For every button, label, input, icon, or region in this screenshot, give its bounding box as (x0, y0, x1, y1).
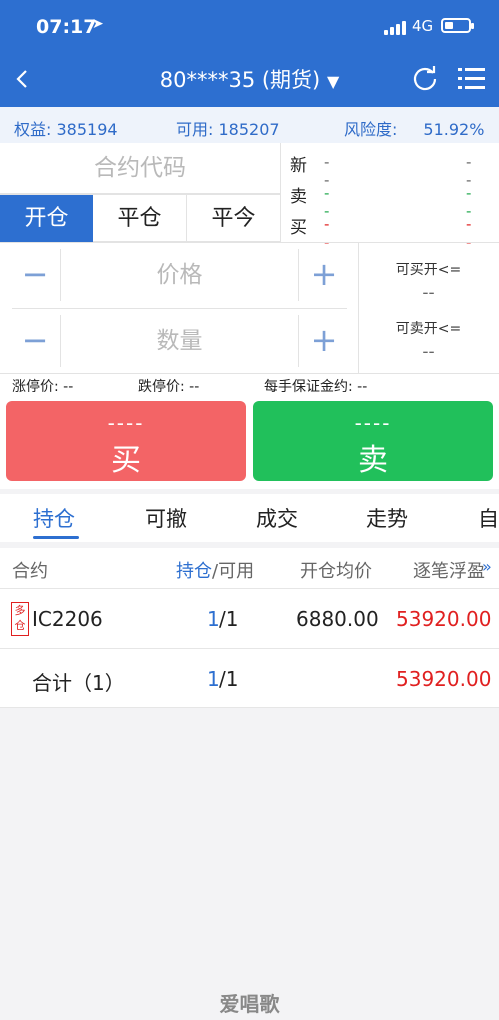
position-tabs: 持仓 可撤 成交 走势 自 (0, 494, 499, 542)
quote-bid: 买 -- -- (290, 215, 473, 251)
sell-open-max: 可卖开<= -- (395, 321, 462, 362)
available: 可用: 185207 (176, 120, 280, 139)
total-position: 1 (207, 667, 220, 691)
location-arrow-icon: ➤ (92, 16, 104, 32)
account-info-row: 权益: 385194 可用: 185207 风险度: 51.92% (0, 107, 499, 143)
col-contract: 合约 (12, 561, 48, 582)
table-row[interactable]: 多仓 IC2206 1 /1 6880.00 53920.00 (0, 588, 499, 648)
refresh-icon[interactable] (410, 64, 440, 94)
tab-self[interactable]: 自 (478, 503, 499, 533)
limit-up-price: 涨停价: -- (12, 379, 74, 395)
total-label: 合计（1） (32, 671, 125, 695)
tab-close-today[interactable]: 平今 (187, 195, 280, 242)
equity: 权益: 385194 (14, 120, 118, 139)
buy-label: 买 (111, 443, 141, 478)
quantity-input[interactable]: 数量 (60, 315, 299, 367)
signal-icon (384, 21, 406, 35)
tab-close[interactable]: 平仓 (93, 195, 187, 242)
buy-button[interactable]: ---- 买 (6, 401, 246, 481)
total-available: /1 (219, 667, 239, 691)
row-pnl: 53920.00 (396, 607, 492, 631)
col-position: 持仓 (176, 561, 212, 582)
sell-label: 卖 (358, 443, 388, 478)
quantity-plus-button[interactable]: + (301, 315, 347, 367)
tab-cancelable[interactable]: 可撤 (145, 503, 187, 533)
table-header: 合约 持仓 /可用 开仓均价 逐笔浮盈 » (0, 548, 499, 588)
buy-open-max: 可买开<= -- (395, 262, 462, 303)
sell-price: ---- (354, 411, 392, 435)
contract-code-input[interactable]: 合约代码 (0, 143, 280, 194)
account-title-text: 80****35 (期货) (159, 68, 321, 92)
limit-down-price: 跌停价: -- (138, 379, 200, 395)
row-available: /1 (219, 607, 239, 631)
chevron-down-icon: ▼ (326, 72, 340, 91)
row-contract: IC2206 (32, 607, 103, 631)
quantity-stepper: − 数量 + (12, 315, 347, 367)
price-minus-button[interactable]: − (12, 249, 58, 301)
price-input[interactable]: 价格 (60, 249, 299, 301)
sell-button[interactable]: ---- 卖 (253, 401, 493, 481)
buy-price: ---- (107, 411, 145, 435)
tab-positions[interactable]: 持仓 (33, 503, 75, 533)
price-plus-button[interactable]: + (301, 249, 347, 301)
row-avg-price: 6880.00 (296, 607, 379, 631)
price-stepper: − 价格 + (12, 249, 347, 301)
risk: 风险度: 51.92% (344, 120, 485, 139)
margin-per-lot: 每手保证金约: -- (264, 379, 368, 395)
row-position: 1 (207, 607, 220, 631)
battery-icon (441, 18, 474, 33)
long-position-tag: 多仓 (11, 602, 29, 636)
table-total-row: 合计（1） 1 /1 53920.00 (0, 648, 499, 708)
limit-info-row: 涨停价: -- 跌停价: -- 每手保证金约: -- (0, 373, 499, 395)
menu-icon[interactable] (458, 66, 486, 92)
active-tab-indicator (33, 536, 79, 539)
total-pnl: 53920.00 (396, 667, 492, 691)
order-type-tabs: 开仓 平仓 平今 (0, 194, 280, 242)
status-time: 07:17 (36, 16, 97, 38)
col-avg-price: 开仓均价 (300, 561, 372, 582)
tab-trades[interactable]: 成交 (256, 503, 298, 533)
order-panel: 合约代码 新 -- -- 卖 -- -- 买 -- -- 开仓 平仓 平今 − … (0, 143, 499, 489)
col-available: /可用 (212, 561, 255, 582)
quote-latest: 新 -- -- (290, 153, 473, 189)
network-type: 4G (412, 17, 434, 35)
chevron-right-icon[interactable]: » (482, 557, 492, 576)
tab-trend[interactable]: 走势 (366, 503, 408, 533)
quantity-minus-button[interactable]: − (12, 315, 58, 367)
quote-ask: 卖 -- -- (290, 184, 473, 220)
tab-open[interactable]: 开仓 (0, 195, 93, 242)
top-bar: 07:17 ➤ 4G 80****35 (期货) ▼ (0, 0, 499, 107)
watermark: 爱唱歌 (219, 992, 280, 1016)
